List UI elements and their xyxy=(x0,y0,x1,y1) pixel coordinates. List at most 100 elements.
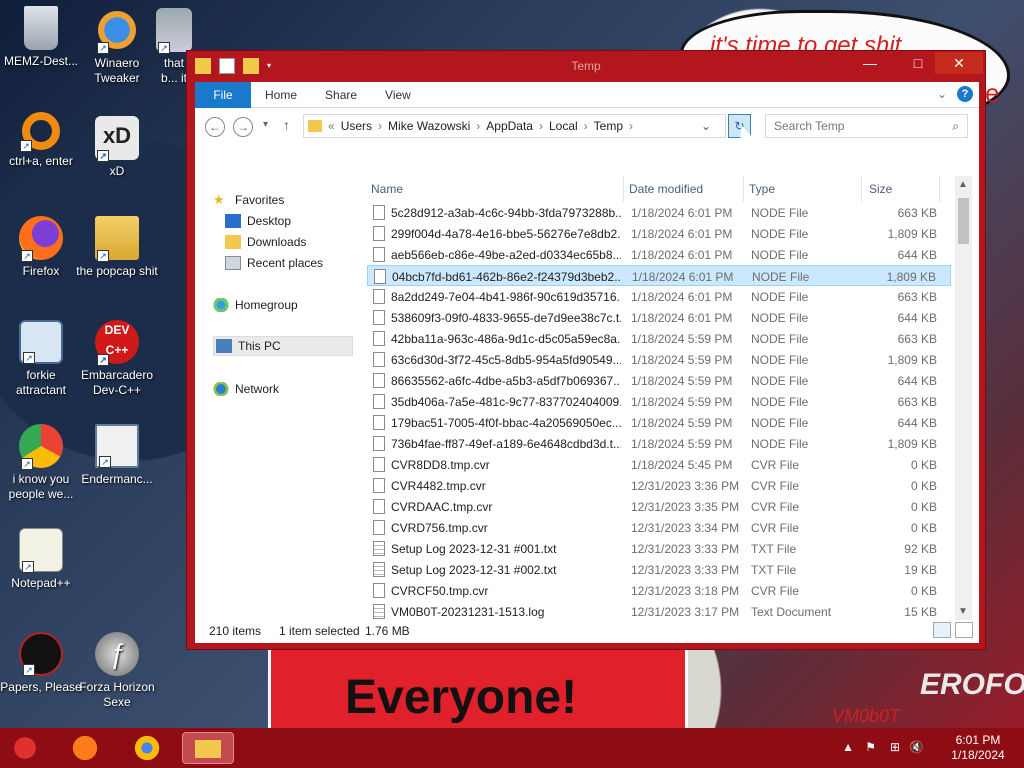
chrome-taskbar-icon[interactable] xyxy=(126,732,168,764)
file-name: 179bac51-7005-4f0f-bbac-4a20569050ec.... xyxy=(391,416,621,430)
column-divider[interactable] xyxy=(939,176,940,202)
tab-home[interactable]: Home xyxy=(251,82,311,108)
nav-homegroup[interactable]: Homegroup xyxy=(213,295,298,315)
nav-this-pc[interactable]: This PC xyxy=(213,336,353,356)
file-row[interactable]: Setup Log 2023-12-31 #001.txt 12/31/2023 … xyxy=(367,538,951,559)
column-divider[interactable] xyxy=(861,176,862,202)
scroll-up-icon[interactable]: ▲ xyxy=(958,179,968,190)
desktop-icon-winaero[interactable]: ↗ Winaero Tweaker xyxy=(76,8,158,86)
nav-favorites[interactable]: ★ Favorites xyxy=(213,190,284,210)
desktop-icon-devcpp[interactable]: DEV C++ ↗ Embarcadero Dev-C++ xyxy=(76,320,158,398)
file-row[interactable]: 5c28d912-a3ab-4c6c-94bb-3fda7973288b... 1… xyxy=(367,202,951,223)
search-input[interactable]: Search Temp ⌕ xyxy=(765,114,968,138)
title-bar[interactable]: ▾ Temp — □ ✕ xyxy=(187,51,985,82)
breadcrumb-local[interactable]: Local xyxy=(549,119,578,133)
column-divider[interactable] xyxy=(623,176,624,202)
desktop-icon-memz[interactable]: MEMZ-Dest... xyxy=(0,6,82,69)
wallpaper-erofos-text: EROFOS xyxy=(920,668,1024,701)
firefox-taskbar-icon[interactable] xyxy=(64,732,106,764)
desktop-icon-notepadpp[interactable]: ↗ Notepad++ xyxy=(0,528,82,591)
back-button[interactable]: ← xyxy=(205,117,225,137)
file-row[interactable]: 179bac51-7005-4f0f-bbac-4a20569050ec....… xyxy=(367,412,951,433)
column-size[interactable]: Size xyxy=(869,182,892,196)
file-explorer-taskbar-icon[interactable] xyxy=(182,732,234,764)
file-row[interactable]: 86635562-a6fc-4dbe-a5b3-a5df7b069367....… xyxy=(367,370,951,391)
chevron-right-icon[interactable]: › xyxy=(629,119,633,133)
breadcrumb-users[interactable]: Users xyxy=(341,119,372,133)
forward-button[interactable]: → xyxy=(233,117,253,137)
breadcrumb-overflow[interactable]: « xyxy=(328,119,335,133)
file-row[interactable]: 538609f3-09f0-4833-9655-de7d9ee38c7c.t..… xyxy=(367,307,951,328)
close-button[interactable]: ✕ xyxy=(935,52,983,74)
show-hidden-icons-icon[interactable]: ▲ xyxy=(842,740,854,754)
desktop-icon-ctrl-a[interactable]: ↗ ctrl+a, enter xyxy=(0,112,82,169)
file-size: 0 KB xyxy=(910,584,937,598)
tab-view[interactable]: View xyxy=(371,82,425,108)
file-row[interactable]: 35db406a-7a5e-481c-9c77-837702404009....… xyxy=(367,391,951,412)
large-icons-view-icon[interactable] xyxy=(955,622,973,638)
breadcrumb-appdata[interactable]: AppData xyxy=(486,119,533,133)
file-row[interactable]: CVRDAAC.tmp.cvr 12/31/2023 3:35 PM CVR Fil… xyxy=(367,496,951,517)
chevron-right-icon[interactable]: › xyxy=(378,119,382,133)
nav-network[interactable]: Network xyxy=(213,379,279,399)
tab-share[interactable]: Share xyxy=(311,82,371,108)
column-name[interactable]: Name xyxy=(371,182,403,196)
up-arrow-icon[interactable]: ↑ xyxy=(283,117,290,133)
chevron-right-icon[interactable]: › xyxy=(584,119,588,133)
chevron-right-icon[interactable]: › xyxy=(539,119,543,133)
desktop-icon-forkie[interactable]: ↗ forkie attractant xyxy=(0,320,82,398)
desktop-icon-papers-please[interactable]: ↗ Papers, Please xyxy=(0,632,82,695)
file-row[interactable]: 299f004d-4a78-4e16-bbe5-56276e7e8db2... 1… xyxy=(367,223,951,244)
desktop-icon-popcap[interactable]: ↗ the popcap shit xyxy=(76,216,158,279)
minimize-button[interactable]: — xyxy=(855,52,885,74)
file-list[interactable]: Name Date modified Type Size 5c28d912-a3… xyxy=(367,176,951,620)
address-dropdown-icon[interactable]: ⌄ xyxy=(701,119,711,133)
explorer-window[interactable]: ▾ Temp — □ ✕ File Home Share View ⌄ ? ← … xyxy=(186,50,986,650)
scroll-down-icon[interactable]: ▼ xyxy=(958,606,968,617)
nav-desktop[interactable]: Desktop xyxy=(225,211,291,231)
file-row[interactable]: CVRCF50.tmp.cvr 12/31/2023 3:18 PM CVR Fil… xyxy=(367,580,951,601)
network-icon xyxy=(213,382,229,396)
clock[interactable]: 6:01 PM 1/18/2024 xyxy=(948,733,1008,763)
file-row[interactable]: CVRD756.tmp.cvr 12/31/2023 3:34 PM CVR Fil… xyxy=(367,517,951,538)
file-row[interactable]: 42bba11a-963c-486a-9d1c-d5c05a59ec8a... 1… xyxy=(367,328,951,349)
desktop-icon-endermanch[interactable]: ↗ Endermanc... xyxy=(76,424,158,487)
desktop-icon-xd[interactable]: xD ↗ xD xyxy=(76,116,158,179)
vertical-scrollbar[interactable]: ▲ ▼ xyxy=(955,176,972,620)
network-tray-icon[interactable]: ⊞ xyxy=(890,740,900,754)
recent-locations-icon[interactable]: ▾ xyxy=(263,119,268,130)
nav-recent-places[interactable]: Recent places xyxy=(225,253,323,273)
bubble-letter: e xyxy=(985,78,1000,108)
desktop-icon-firefox[interactable]: ↗ Firefox xyxy=(0,216,82,279)
file-row[interactable]: CVR8DD8.tmp.cvr 1/18/2024 5:45 PM CVR File… xyxy=(367,454,951,475)
file-row[interactable]: CVR4482.tmp.cvr 12/31/2023 3:36 PM CVR Fil… xyxy=(367,475,951,496)
file-row[interactable]: aeb566eb-c86e-49be-a2ed-d0334ec65b8... 1/… xyxy=(367,244,951,265)
maximize-button[interactable]: □ xyxy=(903,52,933,74)
help-icon[interactable]: ? xyxy=(957,86,973,102)
flag-icon[interactable]: ⚑ xyxy=(865,740,876,754)
details-view-icon[interactable] xyxy=(933,622,951,638)
column-divider[interactable] xyxy=(743,176,744,202)
breadcrumb-temp[interactable]: Temp xyxy=(594,119,623,133)
breadcrumb-user[interactable]: Mike Wazowski xyxy=(388,119,470,133)
volume-muted-icon[interactable]: 🔇 xyxy=(909,740,924,754)
file-row[interactable]: Setup Log 2023-12-31 #002.txt 12/31/2023 … xyxy=(367,559,951,580)
nav-downloads[interactable]: Downloads xyxy=(225,232,306,252)
desktop-icon-forza[interactable]: ƒ Forza Horizon Sexe xyxy=(76,632,158,710)
file-row[interactable]: 04bcb7fd-bd61-462b-86e2-f24379d3beb2... 1… xyxy=(367,265,951,286)
column-type[interactable]: Type xyxy=(749,182,775,196)
file-name: CVR4482.tmp.cvr xyxy=(391,479,486,493)
file-row[interactable]: 63c6d30d-3f72-45c5-8db5-954a5fd90549....… xyxy=(367,349,951,370)
expand-ribbon-icon[interactable]: ⌄ xyxy=(937,87,947,101)
file-type: NODE File xyxy=(751,437,809,451)
address-bar[interactable]: « Users › Mike Wazowski › AppData › Loca… xyxy=(303,114,726,138)
scroll-thumb[interactable] xyxy=(958,198,969,244)
file-row[interactable]: 736b4fae-ff87-49ef-a189-6e4648cdbd3d.t..… xyxy=(367,433,951,454)
tab-file[interactable]: File xyxy=(195,81,251,108)
start-button[interactable] xyxy=(4,732,46,764)
file-icon xyxy=(373,289,385,304)
desktop-icon-chrome[interactable]: ↗ i know you people we... xyxy=(0,424,82,502)
column-date[interactable]: Date modified xyxy=(629,182,703,196)
chevron-right-icon[interactable]: › xyxy=(476,119,480,133)
file-row[interactable]: 8a2dd249-7e04-4b41-986f-90c619d35716....… xyxy=(367,286,951,307)
